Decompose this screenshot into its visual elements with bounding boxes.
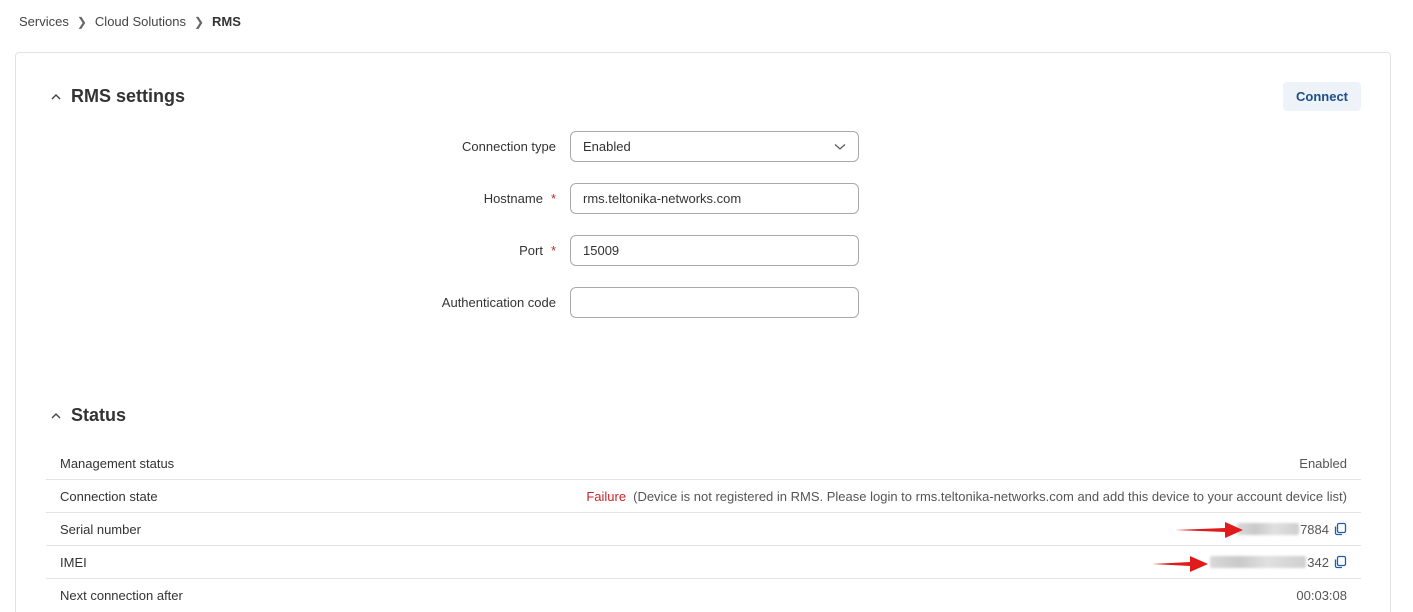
- redacted-blur: [1210, 556, 1307, 568]
- status-header[interactable]: Status: [49, 405, 126, 426]
- status-row-connection: Connection state Failure (Device is not …: [46, 480, 1361, 513]
- breadcrumb-current: RMS: [212, 14, 241, 29]
- imei-tail: 342: [1307, 554, 1329, 570]
- connection-type-select[interactable]: Enabled: [570, 131, 859, 162]
- chevron-up-icon: [51, 93, 61, 99]
- port-row: Port *: [16, 235, 1390, 266]
- management-status-label: Management status: [60, 455, 175, 471]
- status-title: Status: [71, 405, 127, 425]
- hostname-row: Hostname *: [16, 183, 1390, 214]
- chevron-right-icon: ❯: [76, 14, 87, 29]
- breadcrumb-cloud-solutions[interactable]: Cloud Solutions: [95, 14, 186, 29]
- copy-icon[interactable]: [1333, 522, 1347, 536]
- rms-settings-title: RMS settings: [71, 86, 186, 106]
- status-row-next-connection: Next connection after 00:03:08: [46, 579, 1361, 612]
- serial-number-value: 7884: [1237, 522, 1347, 537]
- copy-icon[interactable]: [1333, 555, 1347, 569]
- connection-state-label: Connection state: [60, 488, 158, 504]
- required-marker: *: [550, 191, 556, 206]
- status-table: Management status Enabled Connection sta…: [46, 447, 1361, 612]
- status-row-management: Management status Enabled: [46, 447, 1361, 480]
- auth-code-label: Authentication code: [441, 295, 556, 310]
- connection-state-value: Failure (Device is not registered in RMS…: [586, 489, 1347, 504]
- imei-value: 342: [1210, 555, 1347, 570]
- required-marker: *: [550, 243, 556, 258]
- imei-label: IMEI: [60, 554, 87, 570]
- connect-button[interactable]: Connect: [1283, 82, 1361, 111]
- connection-state-detail: (Device is not registered in RMS. Please…: [633, 488, 1347, 504]
- breadcrumb-services[interactable]: Services: [19, 14, 69, 29]
- red-arrow-icon: [1175, 522, 1243, 538]
- status-row-serial: Serial number 7884: [46, 513, 1361, 546]
- redacted-blur: [1237, 523, 1300, 535]
- rms-settings-header[interactable]: RMS settings: [49, 86, 185, 107]
- auth-code-input[interactable]: [570, 287, 859, 318]
- next-connection-label: Next connection after: [60, 588, 183, 603]
- hostname-label: Hostname *: [484, 191, 556, 206]
- connection-type-row: Connection type Enabled: [16, 131, 1390, 162]
- auth-code-row: Authentication code: [16, 287, 1390, 318]
- connection-type-value: Enabled: [583, 139, 631, 154]
- hostname-label-text: Hostname: [483, 191, 543, 206]
- chevron-down-icon: [834, 143, 846, 150]
- port-label: Port *: [519, 243, 556, 258]
- hostname-input[interactable]: [570, 183, 859, 214]
- chevron-right-icon: ❯: [193, 14, 205, 29]
- management-status-value: Enabled: [1299, 455, 1347, 471]
- chevron-up-icon: [51, 412, 61, 418]
- red-arrow-icon: [1152, 556, 1208, 572]
- serial-number-label: Serial number: [60, 521, 141, 537]
- next-connection-value: 00:03:08: [1296, 588, 1347, 603]
- breadcrumb: Services ❯ Cloud Solutions ❯ RMS: [19, 14, 241, 29]
- connection-type-label: Connection type: [462, 139, 556, 154]
- port-input[interactable]: [570, 235, 859, 266]
- connection-state-failure: Failure: [586, 488, 627, 504]
- port-label-text: Port: [519, 243, 543, 258]
- serial-number-tail: 7884: [1300, 521, 1329, 537]
